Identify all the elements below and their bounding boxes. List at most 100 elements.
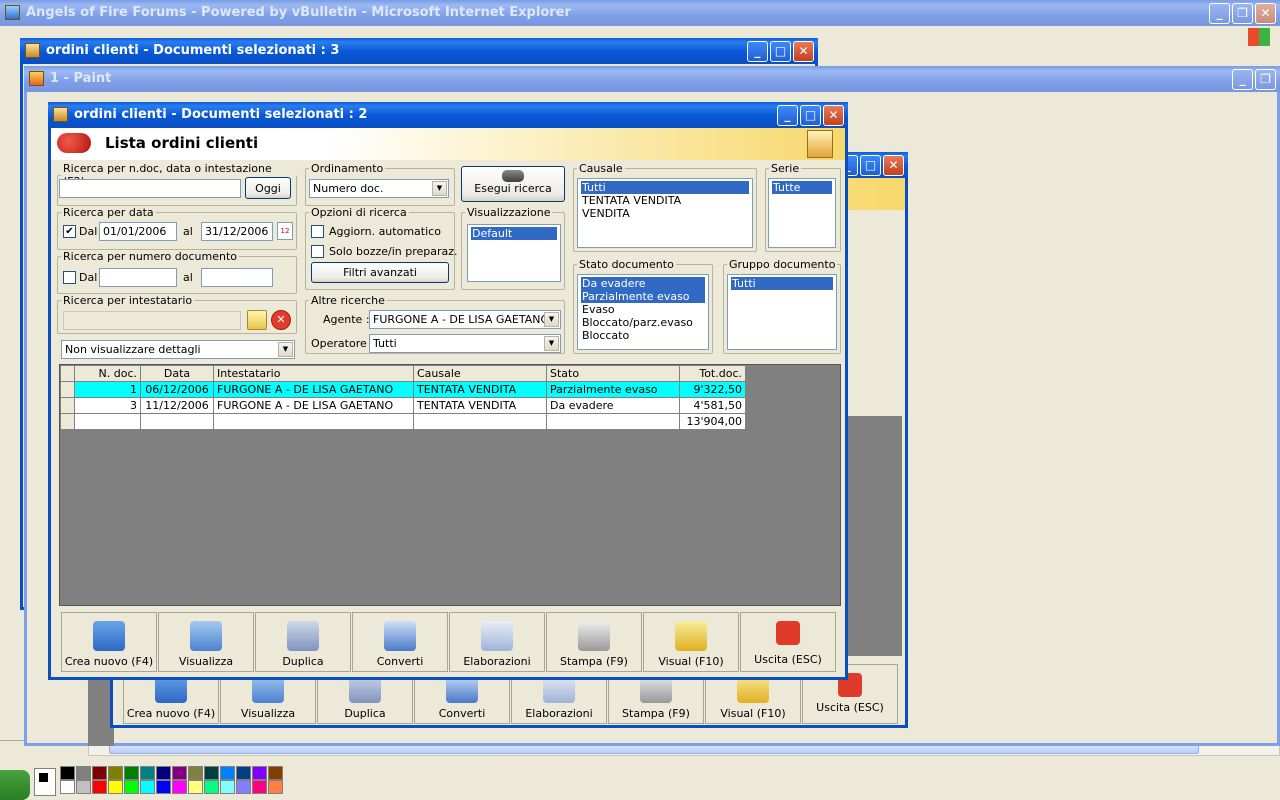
causale-item-vendita[interactable]: VENDITA — [581, 207, 749, 220]
cell: FURGONE A - DE LISA GAETANO — [213, 381, 414, 398]
grid-corner — [60, 365, 75, 382]
clear-icon[interactable]: ✕ — [271, 310, 291, 330]
app-icon — [25, 43, 40, 58]
details-value: Non visualizzare dettagli — [65, 343, 201, 356]
chevron-down-icon[interactable]: ▼ — [544, 312, 559, 327]
operator-value: Tutti — [373, 337, 397, 350]
chevron-down-icon[interactable]: ▼ — [544, 336, 559, 351]
today-button[interactable]: Oggi — [245, 177, 291, 199]
doc-group-item-tutti[interactable]: Tutti — [731, 277, 833, 290]
restore-button[interactable]: ❐ — [1255, 69, 1276, 90]
doc-number-to-input[interactable] — [201, 268, 273, 287]
advanced-filters-button[interactable]: Filtri avanzati — [311, 262, 449, 283]
causale-list[interactable]: Tutti TENTATA VENDITA VENDITA — [577, 178, 753, 248]
header-band: Lista ordini clienti — [51, 128, 845, 160]
doc-group-list[interactable]: Tutti — [727, 274, 837, 350]
causale-item-tutti[interactable]: Tutti — [581, 181, 749, 194]
grid-total: 13'904,00 — [679, 413, 746, 430]
search-text-input[interactable] — [59, 179, 241, 198]
date-from-label: Dal — [79, 225, 98, 238]
column-header[interactable]: Tot.doc. — [679, 365, 746, 382]
create-new-button[interactable]: Crea nuovo (F4) — [61, 612, 157, 672]
ie-titlebar[interactable]: Angels of Fire Forums - Powered by vBull… — [0, 0, 1280, 26]
serie-item-tutte[interactable]: Tutte — [772, 181, 832, 194]
date-to-label: al — [183, 225, 193, 238]
doc-number-checkbox[interactable] — [63, 271, 76, 284]
orders-grid[interactable]: N. doc. Data Intestatario Causale Stato … — [60, 365, 746, 430]
visual-button[interactable]: Visual (F10) — [643, 612, 739, 672]
row-selector[interactable] — [60, 397, 75, 414]
doc-number-from-input[interactable] — [99, 268, 177, 287]
view-button[interactable]: Visualizza — [158, 612, 254, 672]
column-header[interactable]: Causale — [413, 365, 547, 382]
minimize-button[interactable]: _ — [777, 105, 798, 126]
column-header[interactable]: Stato — [546, 365, 680, 382]
print-button[interactable]: Stampa (F9) — [546, 612, 642, 672]
date-from-input[interactable]: 01/01/2006 — [99, 222, 177, 241]
duplicate-button[interactable]: Duplica — [255, 612, 351, 672]
row-selector[interactable] — [60, 381, 75, 398]
paint-titlebar[interactable]: 1 - Paint _ ❐ — [24, 66, 1280, 92]
doc-state-item[interactable]: Parzialmente evaso — [581, 290, 705, 303]
minimize-button[interactable]: _ — [1232, 69, 1253, 90]
auto-update-checkbox[interactable] — [311, 225, 324, 238]
operator-select[interactable]: Tutti ▼ — [369, 334, 561, 353]
column-header[interactable]: N. doc. — [74, 365, 141, 382]
close-button[interactable]: ✕ — [883, 155, 904, 176]
doc-state-item[interactable]: Bloccato — [581, 329, 705, 342]
maximize-button[interactable]: □ — [800, 105, 821, 126]
restore-button[interactable]: ❐ — [1232, 3, 1253, 24]
ordering-select[interactable]: Numero doc. ▼ — [309, 179, 449, 198]
serie-list[interactable]: Tutte — [768, 178, 836, 248]
doc-state-item[interactable]: Bloccato/parz.evaso — [581, 316, 705, 329]
main-order-titlebar[interactable]: ordini clienti - Documenti selezionati :… — [48, 102, 848, 128]
date-search-checkbox[interactable]: ✔ — [63, 225, 76, 238]
doc-state-item[interactable]: Da evadere — [581, 277, 705, 290]
agent-select[interactable]: FURGONE A - DE LISA GAETANO ▼ — [369, 310, 561, 329]
run-search-button[interactable]: Esegui ricerca — [461, 166, 565, 202]
column-header[interactable]: Data — [140, 365, 214, 382]
back-order-titlebar[interactable]: ordini clienti - Documenti selezionati :… — [20, 38, 818, 64]
chevron-down-icon[interactable]: ▼ — [432, 181, 447, 196]
maximize-button[interactable]: □ — [770, 41, 791, 62]
close-button[interactable]: ✕ — [793, 41, 814, 62]
close-button[interactable]: ✕ — [1255, 3, 1276, 24]
doc-state-list[interactable]: Da evadere Parzialmente evaso Evaso Bloc… — [577, 274, 709, 350]
chevron-down-icon[interactable]: ▼ — [278, 342, 293, 357]
color-palette[interactable] — [60, 766, 284, 794]
agent-value: FURGONE A - DE LISA GAETANO — [373, 313, 550, 326]
processing-button[interactable]: Elaborazioni — [449, 612, 545, 672]
visualization-list[interactable]: Default — [467, 224, 561, 282]
holder-input[interactable] — [63, 311, 241, 330]
power-icon — [776, 621, 800, 645]
doc-number-to-label: al — [183, 271, 193, 284]
exit-button[interactable]: Uscita (ESC) — [740, 612, 836, 672]
cell — [140, 413, 214, 430]
maximize-button[interactable]: □ — [860, 155, 881, 176]
folder-icon[interactable] — [247, 310, 267, 330]
details-select[interactable]: Non visualizzare dettagli ▼ — [61, 340, 295, 359]
current-colors[interactable] — [34, 768, 56, 796]
drafts-only-label: Solo bozze/in preparaz. — [329, 245, 458, 258]
ordering-value: Numero doc. — [313, 182, 384, 195]
cell — [413, 413, 547, 430]
doc-state-legend: Stato documento — [579, 258, 674, 271]
causale-item-tentata-vendita[interactable]: TENTATA VENDITA — [581, 194, 749, 207]
convert-button[interactable]: Converti — [352, 612, 448, 672]
table-row[interactable]: 3 11/12/2006 FURGONE A - DE LISA GAETANO… — [60, 397, 746, 414]
users-icon — [807, 130, 833, 158]
row-selector — [60, 413, 75, 430]
cell — [213, 413, 414, 430]
table-row[interactable]: 1 06/12/2006 FURGONE A - DE LISA GAETANO… — [60, 381, 746, 398]
auto-update-label: Aggiorn. automatico — [329, 225, 441, 238]
date-to-input[interactable]: 31/12/2006 — [201, 222, 273, 241]
minimize-button[interactable]: _ — [1209, 3, 1230, 24]
column-header[interactable]: Intestatario — [213, 365, 414, 382]
start-button[interactable] — [0, 770, 30, 800]
close-button[interactable]: ✕ — [823, 105, 844, 126]
calendar-icon[interactable]: 12 — [277, 222, 293, 240]
drafts-only-checkbox[interactable] — [311, 245, 324, 258]
minimize-button[interactable]: _ — [747, 41, 768, 62]
doc-state-item[interactable]: Evaso — [581, 303, 705, 316]
visualization-item-default[interactable]: Default — [471, 227, 557, 240]
